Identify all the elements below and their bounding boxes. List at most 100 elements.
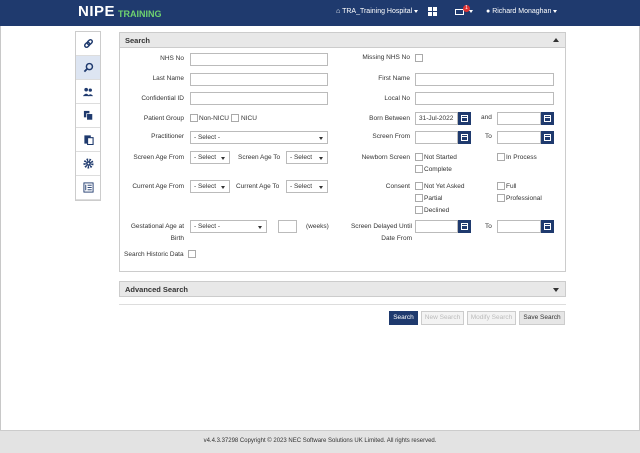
screen-from-input[interactable] (415, 131, 458, 144)
advanced-search-header[interactable]: Advanced Search (119, 281, 566, 297)
brand-subtitle: TRAINING (118, 9, 162, 19)
born-to-input[interactable] (497, 112, 541, 125)
collapse-icon[interactable] (553, 38, 559, 42)
newborn-screen-label: Newborn Screen (361, 154, 410, 161)
home-icon: ⌂ (336, 8, 341, 15)
save-search-button[interactable]: Save Search (519, 311, 565, 325)
missing-nhs-checkbox[interactable] (415, 54, 423, 62)
chevron-down-icon (414, 9, 419, 13)
screen-age-from-select[interactable]: - Select (190, 151, 230, 164)
screen-from-calendar-button[interactable] (458, 131, 471, 144)
current-age-to-label: Current Age To (236, 183, 280, 190)
non-nicu-checkbox[interactable] (190, 114, 198, 122)
top-navbar: NIPE TRAINING ⌂ TRA_Training Hospital 1 … (0, 0, 640, 26)
nicu-label: NICU (241, 115, 257, 122)
search-historic-checkbox[interactable] (188, 250, 196, 258)
patient-group-label: Patient Group (143, 115, 184, 122)
local-no-input[interactable] (415, 92, 554, 105)
current-age-to-select[interactable]: - Select (286, 180, 328, 193)
screen-age-to-value: - Select (290, 154, 313, 161)
messages-button[interactable]: 1 (455, 5, 473, 18)
screen-to-input[interactable] (497, 131, 541, 144)
calendar-icon (461, 115, 468, 122)
expand-icon[interactable] (553, 288, 559, 292)
gestational-age-label-2: Birth (170, 235, 184, 242)
link-icon (83, 38, 93, 49)
screen-to-calendar-button[interactable] (541, 131, 554, 144)
sidebar-item-users[interactable] (76, 80, 100, 104)
brand-logo[interactable]: NIPE (78, 3, 115, 20)
sidebar-item-clipboard[interactable] (76, 128, 100, 152)
in-process-label: In Process (506, 154, 537, 161)
screen-delayed-from-input[interactable] (415, 220, 458, 233)
sidebar-item-settings[interactable] (76, 152, 100, 176)
advanced-search-title: Advanced Search (125, 285, 188, 294)
nicu-checkbox[interactable] (231, 114, 239, 122)
practitioner-select-value: - Select - (194, 134, 221, 141)
gestational-age-select[interactable]: - Select - (190, 220, 267, 233)
divider (119, 304, 566, 305)
list-icon (82, 182, 94, 193)
apps-grid-icon[interactable] (428, 7, 437, 16)
footer: v4.4.3.37298 Copyright © 2023 NEC Softwa… (0, 430, 640, 453)
not-started-label: Not Started (424, 154, 457, 161)
professional-label: Professional (506, 195, 542, 202)
born-from-calendar-button[interactable] (458, 112, 471, 125)
user-icon: ● (486, 8, 491, 15)
nhs-no-label: NHS No (160, 55, 184, 62)
full-checkbox[interactable] (497, 182, 505, 190)
chevron-down-icon (553, 9, 558, 13)
in-process-checkbox[interactable] (497, 153, 505, 161)
sidebar-item-copy[interactable] (76, 104, 100, 128)
clipboard-icon (83, 135, 94, 145)
current-age-from-label: Current Age From (132, 183, 184, 190)
consent-label: Consent (385, 183, 410, 190)
sidebar-item-search[interactable] (76, 56, 100, 80)
search-panel-header[interactable]: Search (120, 33, 565, 48)
declined-label: Declined (424, 207, 450, 214)
partial-checkbox[interactable] (415, 194, 423, 202)
born-to-calendar-button[interactable] (541, 112, 554, 125)
hospital-dropdown[interactable]: ⌂ TRA_Training Hospital (336, 8, 419, 15)
user-name: Richard Monaghan (492, 8, 552, 15)
screen-age-to-select[interactable]: - Select (286, 151, 328, 164)
first-name-input[interactable] (415, 73, 554, 86)
screen-age-from-value: - Select (194, 154, 217, 161)
born-from-input[interactable] (415, 112, 458, 125)
new-search-button[interactable]: New Search (421, 311, 464, 325)
search-button[interactable]: Search (389, 311, 418, 325)
screen-delayed-to-calendar-button[interactable] (541, 220, 554, 233)
not-started-checkbox[interactable] (415, 153, 423, 161)
gestational-age-label: Gestational Age at (130, 223, 184, 230)
screen-age-to-label: Screen Age To (238, 154, 281, 161)
current-age-from-value: - Select (194, 183, 217, 190)
screen-delayed-to-label: To (485, 223, 492, 230)
practitioner-select[interactable]: - Select - (190, 131, 328, 144)
and-label: and (481, 114, 492, 121)
screen-delayed-to-input[interactable] (497, 220, 541, 233)
nhs-no-input[interactable] (190, 53, 328, 66)
sidebar-item-link[interactable] (76, 32, 100, 56)
last-name-input[interactable] (190, 73, 328, 86)
calendar-icon (544, 115, 551, 122)
user-menu[interactable]: ● Richard Monaghan (486, 8, 558, 15)
chevron-down-icon (469, 10, 473, 13)
declined-checkbox[interactable] (415, 206, 423, 214)
last-name-label: Last Name (152, 75, 184, 82)
gear-icon (82, 158, 94, 169)
calendar-icon (544, 223, 551, 230)
missing-nhs-label: Missing NHS No (362, 54, 410, 61)
current-age-from-select[interactable]: - Select (190, 180, 230, 193)
gestational-weeks-input[interactable] (278, 220, 297, 233)
screen-delayed-from-calendar-button[interactable] (458, 220, 471, 233)
modify-search-button[interactable]: Modify Search (467, 311, 516, 325)
complete-label: Complete (424, 166, 452, 173)
calendar-icon (544, 134, 551, 141)
not-yet-asked-checkbox[interactable] (415, 182, 423, 190)
professional-checkbox[interactable] (497, 194, 505, 202)
confidential-id-input[interactable] (190, 92, 328, 105)
screen-from-label: Screen From (372, 133, 410, 140)
complete-checkbox[interactable] (415, 165, 423, 173)
full-label: Full (506, 183, 517, 190)
sidebar-item-list[interactable] (76, 176, 100, 200)
